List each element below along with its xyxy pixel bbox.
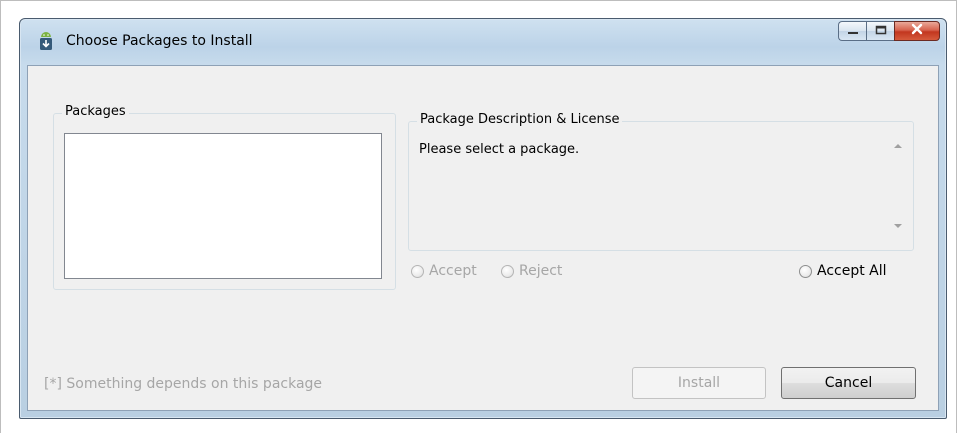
- caption-buttons: [838, 21, 940, 43]
- packages-label: Packages: [62, 104, 129, 119]
- dialog-content: Packages Package Description & License P…: [27, 65, 939, 411]
- close-icon: [910, 23, 924, 39]
- accept-all-radio[interactable]: Accept All: [799, 263, 887, 279]
- title-bar[interactable]: Choose Packages to Install: [20, 19, 946, 65]
- packages-group: Packages: [53, 104, 396, 290]
- accept-radio-label: Accept: [429, 263, 477, 279]
- reject-radio-label: Reject: [519, 263, 563, 279]
- description-scrollbar[interactable]: [890, 136, 907, 236]
- accept-all-radio-label: Accept All: [817, 263, 887, 279]
- dialog-window: Choose Packages to Install Packages Pack…: [19, 18, 947, 419]
- install-button[interactable]: Install: [632, 367, 766, 399]
- accept-radio[interactable]: Accept: [411, 263, 477, 279]
- description-text: Please select a package.: [419, 142, 580, 157]
- window-title: Choose Packages to Install: [66, 33, 253, 49]
- accept-radio-icon: [411, 264, 424, 278]
- description-group: Package Description & License Please sel…: [408, 112, 914, 251]
- description-label: Package Description & License: [417, 112, 623, 127]
- android-download-icon: [38, 31, 54, 53]
- dependency-footnote: [*] Something depends on this package: [44, 376, 323, 392]
- reject-radio-icon: [501, 264, 514, 278]
- accept-all-radio-icon: [799, 264, 812, 278]
- packages-list[interactable]: [64, 133, 382, 279]
- reject-radio[interactable]: Reject: [501, 263, 562, 279]
- scroll-down-icon[interactable]: [894, 224, 902, 228]
- cancel-button[interactable]: Cancel: [781, 367, 916, 399]
- maximize-icon: [875, 24, 887, 39]
- minimize-icon: [847, 24, 859, 39]
- minimize-button[interactable]: [838, 21, 866, 41]
- close-button[interactable]: [894, 21, 940, 41]
- maximize-button[interactable]: [866, 21, 894, 41]
- scroll-up-icon[interactable]: [894, 144, 902, 148]
